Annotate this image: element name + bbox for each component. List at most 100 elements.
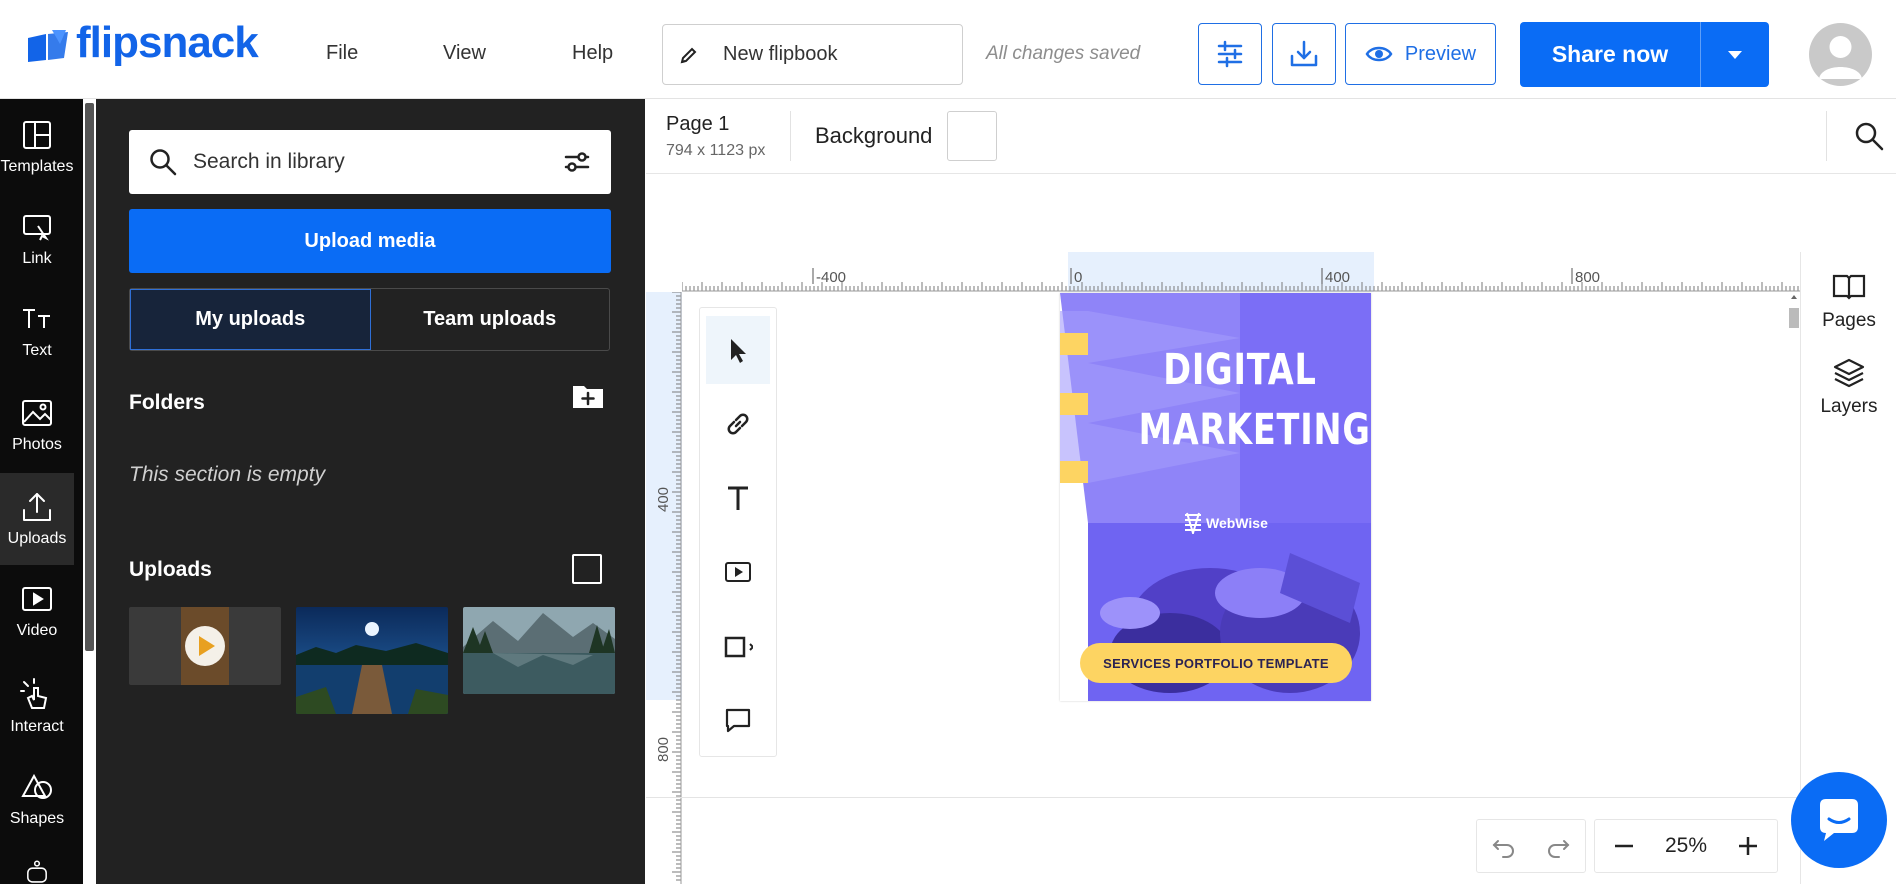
uploads-icon bbox=[23, 493, 51, 521]
logo-text: flipsnack bbox=[76, 18, 259, 67]
comment-tool[interactable] bbox=[706, 686, 770, 754]
rail-item-text[interactable]: Text bbox=[0, 285, 74, 377]
top-bar: flipsnack File View Help New flipbook Al… bbox=[0, 0, 1896, 99]
flipbook-page[interactable]: DIGITAL MARKETING WebWise SERVICES PORTF… bbox=[1060, 293, 1371, 701]
rail-label-video: Video bbox=[16, 622, 58, 639]
select-tool[interactable] bbox=[706, 316, 770, 384]
menu-help[interactable]: Help bbox=[572, 42, 613, 65]
cover-brand[interactable]: WebWise bbox=[1184, 512, 1268, 534]
rail-item-link[interactable]: Link bbox=[0, 193, 74, 285]
search-icon[interactable] bbox=[1854, 121, 1884, 151]
flipbook-title: New flipbook bbox=[723, 43, 838, 65]
shape-tool[interactable] bbox=[706, 612, 770, 680]
preview-button[interactable]: Preview bbox=[1345, 23, 1496, 85]
flipsnack-logo[interactable]: flipsnack bbox=[26, 21, 259, 65]
download-icon bbox=[1290, 40, 1318, 67]
flipbook-title-field[interactable]: New flipbook bbox=[662, 24, 963, 85]
menu-view[interactable]: View bbox=[443, 42, 486, 65]
tab-my-uploads[interactable]: My uploads bbox=[130, 289, 371, 350]
square-icon bbox=[724, 636, 753, 658]
rail-scrollbar[interactable] bbox=[85, 103, 94, 651]
avatar[interactable] bbox=[1809, 23, 1872, 86]
upload-thumb-video[interactable] bbox=[129, 607, 281, 685]
left-rail: Templates Link Text Photos Uploads Video… bbox=[0, 99, 83, 884]
zoom-in-icon[interactable] bbox=[1737, 835, 1759, 857]
rail-label-shapes: Shapes bbox=[9, 810, 65, 827]
cover-brand-name: WebWise bbox=[1206, 515, 1268, 531]
search-placeholder: Search in library bbox=[193, 150, 345, 173]
share-button[interactable]: Share now bbox=[1520, 22, 1769, 87]
interact-icon bbox=[20, 678, 48, 709]
canvas-bottom-divider bbox=[646, 797, 1800, 798]
ruler-tick-label: -400 bbox=[816, 269, 846, 286]
link-icon bbox=[727, 413, 749, 435]
link-icon bbox=[23, 215, 51, 241]
background-color-swatch[interactable] bbox=[947, 111, 997, 161]
upload-media-button[interactable]: Upload media bbox=[129, 209, 611, 273]
user-icon bbox=[1819, 36, 1862, 79]
mountain-lake-image bbox=[463, 607, 615, 694]
rail-item-shapes[interactable]: Shapes bbox=[0, 753, 74, 845]
rail-item-interact[interactable]: Interact bbox=[0, 661, 74, 753]
webwise-logo-icon bbox=[1185, 512, 1201, 534]
rail-label-text: Text bbox=[22, 342, 52, 359]
rail-label-photos: Photos bbox=[12, 436, 62, 453]
tools-palette bbox=[699, 307, 777, 757]
page-dimensions: 794 x 1123 px bbox=[666, 142, 766, 159]
pages-label: Pages bbox=[1822, 310, 1876, 331]
rail-item-photos[interactable]: Photos bbox=[0, 379, 74, 471]
pages-button[interactable]: Pages bbox=[1801, 270, 1896, 332]
robot-icon bbox=[27, 860, 47, 883]
video-icon bbox=[22, 587, 52, 611]
settings-button[interactable] bbox=[1198, 23, 1262, 85]
rail-label-templates: Templates bbox=[0, 158, 74, 175]
divider bbox=[790, 111, 791, 161]
add-folder-icon[interactable] bbox=[572, 383, 604, 409]
upload-thumb-lake-night[interactable] bbox=[296, 607, 448, 714]
ruler-tick-label: 800 bbox=[1575, 269, 1600, 286]
rail-item-video[interactable]: Video bbox=[0, 565, 74, 657]
link-tool[interactable] bbox=[706, 390, 770, 458]
video-thumbnail bbox=[181, 607, 229, 685]
share-dropdown-button[interactable] bbox=[1701, 22, 1769, 87]
video-tool[interactable] bbox=[706, 538, 770, 606]
filter-icon[interactable] bbox=[563, 150, 591, 174]
undo-icon[interactable] bbox=[1491, 833, 1517, 859]
lake-night-image bbox=[296, 607, 448, 714]
text-tool[interactable] bbox=[706, 464, 770, 532]
rail-item-uploads[interactable]: Uploads bbox=[0, 473, 74, 565]
zoom-level[interactable]: 25% bbox=[1665, 834, 1707, 858]
layers-button[interactable]: Layers bbox=[1801, 356, 1896, 418]
divider bbox=[1826, 111, 1827, 161]
layers-icon bbox=[1833, 358, 1865, 388]
flipsnack-logo-icon bbox=[28, 30, 68, 62]
cover-subtitle-pill[interactable]: SERVICES PORTFOLIO TEMPLATE bbox=[1080, 643, 1352, 683]
cover-title-line2[interactable]: MARKETING bbox=[1139, 405, 1370, 455]
rail-item-templates[interactable]: Templates bbox=[0, 101, 74, 193]
redo-icon[interactable] bbox=[1545, 833, 1571, 859]
background-label: Background bbox=[815, 123, 933, 148]
download-button[interactable] bbox=[1272, 23, 1336, 85]
layers-label: Layers bbox=[1820, 396, 1878, 417]
tab-team-uploads[interactable]: Team uploads bbox=[371, 289, 610, 350]
ruler-tick-label: 800 bbox=[655, 737, 672, 762]
page-label: Page 1 bbox=[666, 113, 730, 135]
rail-item-more[interactable] bbox=[0, 845, 74, 884]
zoom-controls: 25% bbox=[1594, 819, 1778, 873]
zoom-out-icon[interactable] bbox=[1613, 835, 1635, 857]
templates-icon bbox=[23, 121, 51, 149]
cover-title-line1[interactable]: DIGITAL bbox=[1139, 345, 1342, 395]
library-search[interactable]: Search in library bbox=[129, 130, 611, 194]
rail-label-interact: Interact bbox=[10, 718, 64, 735]
text-icon bbox=[23, 309, 50, 328]
upload-thumb-mountain-lake[interactable] bbox=[463, 607, 615, 694]
horizontal-ruler: -400 0 400 800 bbox=[682, 252, 1802, 292]
share-now-button[interactable]: Share now bbox=[1520, 22, 1700, 87]
support-chat-button[interactable] bbox=[1791, 772, 1887, 868]
photos-icon bbox=[22, 400, 52, 426]
menu-file[interactable]: File bbox=[326, 42, 358, 65]
shapes-icon bbox=[21, 773, 52, 799]
uploads-tabs: My uploads Team uploads bbox=[129, 288, 610, 351]
cursor-icon bbox=[731, 339, 746, 363]
select-all-checkbox[interactable] bbox=[572, 554, 602, 584]
